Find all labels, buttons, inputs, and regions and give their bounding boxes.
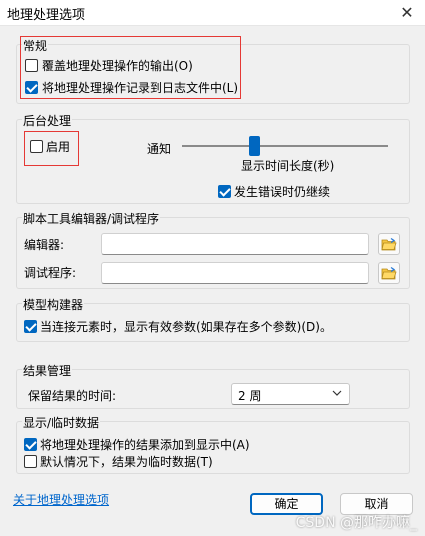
keep-results-label: 保留结果的时间: [28, 389, 117, 403]
temp-by-default-label: 默认情况下，结果为临时数据(T) [40, 455, 213, 469]
log-operations-label: 将地理处理操作记录到日志文件中(L) [42, 81, 239, 95]
add-to-display-checkbox[interactable] [24, 438, 37, 451]
log-operations-checkbox[interactable] [25, 81, 38, 94]
debugger-browse-button[interactable] [378, 262, 400, 284]
temp-by-default-checkbox[interactable] [24, 455, 37, 468]
notify-slider-track[interactable] [182, 145, 388, 147]
display-temp-group-label: 显示/临时数据 [22, 414, 101, 431]
model-builder-group-label: 模型构建器 [22, 296, 85, 313]
overwrite-output-label: 覆盖地理处理操作的输出(O) [42, 59, 193, 73]
folder-open-icon [381, 237, 397, 251]
keep-results-select[interactable]: 2 周 [231, 383, 350, 405]
notify-slider-thumb[interactable] [249, 136, 260, 156]
editor-browse-button[interactable] [378, 233, 400, 255]
editor-input[interactable] [101, 233, 369, 255]
debugger-input[interactable] [101, 262, 369, 284]
script-tool-group-label: 脚本工具编辑器/调试程序 [22, 210, 161, 227]
title-bar: 地理处理选项 ✕ [0, 0, 425, 26]
show-valid-params-checkbox[interactable] [24, 320, 37, 333]
about-link[interactable]: 关于地理处理选项 [13, 491, 109, 508]
enable-background-checkbox[interactable] [30, 140, 43, 153]
show-valid-params-label: 当连接元素时，显示有效参数(如果存在多个参数)(D)。 [40, 320, 332, 334]
enable-background-label: 启用 [46, 140, 71, 154]
chevron-down-icon [332, 390, 342, 396]
continue-on-error-checkbox[interactable] [218, 185, 231, 198]
close-icon[interactable]: ✕ [395, 2, 419, 24]
window-title: 地理处理选项 [7, 8, 86, 23]
background-group-label: 后台处理 [22, 112, 73, 129]
results-group-label: 结果管理 [22, 362, 73, 379]
overwrite-output-checkbox[interactable] [25, 59, 38, 72]
folder-open-icon [381, 266, 397, 280]
notify-label: 通知 [147, 142, 172, 156]
slider-caption: 显示时间长度(秒) [241, 159, 335, 173]
editor-label: 编辑器: [24, 238, 65, 252]
add-to-display-label: 将地理处理操作的结果添加到显示中(A) [40, 438, 250, 452]
continue-on-error-label: 发生错误时仍继续 [234, 185, 331, 199]
debugger-label: 调试程序: [24, 266, 77, 280]
watermark: CSDN @那咋办嘛_ [295, 515, 417, 531]
keep-results-value: 2 周 [238, 389, 262, 403]
